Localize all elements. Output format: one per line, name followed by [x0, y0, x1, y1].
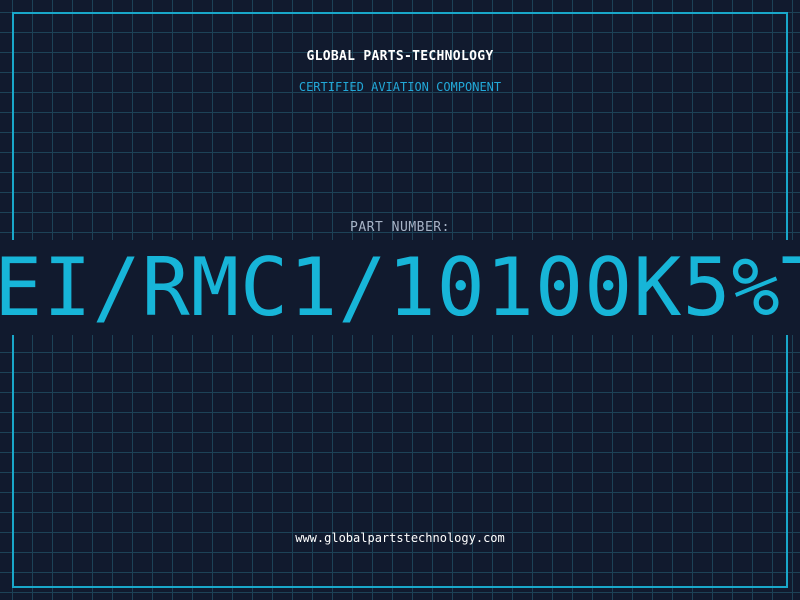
- certificate-card: GLOBAL PARTS-TECHNOLOGY CERTIFIED AVIATI…: [0, 0, 800, 600]
- part-number-label: PART NUMBER:: [350, 220, 450, 235]
- company-name: GLOBAL PARTS-TECHNOLOGY: [306, 49, 494, 64]
- website-url[interactable]: www.globalpartstechnology.com: [0, 531, 800, 545]
- certification-tagline: CERTIFIED AVIATION COMPONENT: [298, 80, 502, 94]
- part-number-value: SEI/RMC1/10100K5%TR: [0, 241, 800, 334]
